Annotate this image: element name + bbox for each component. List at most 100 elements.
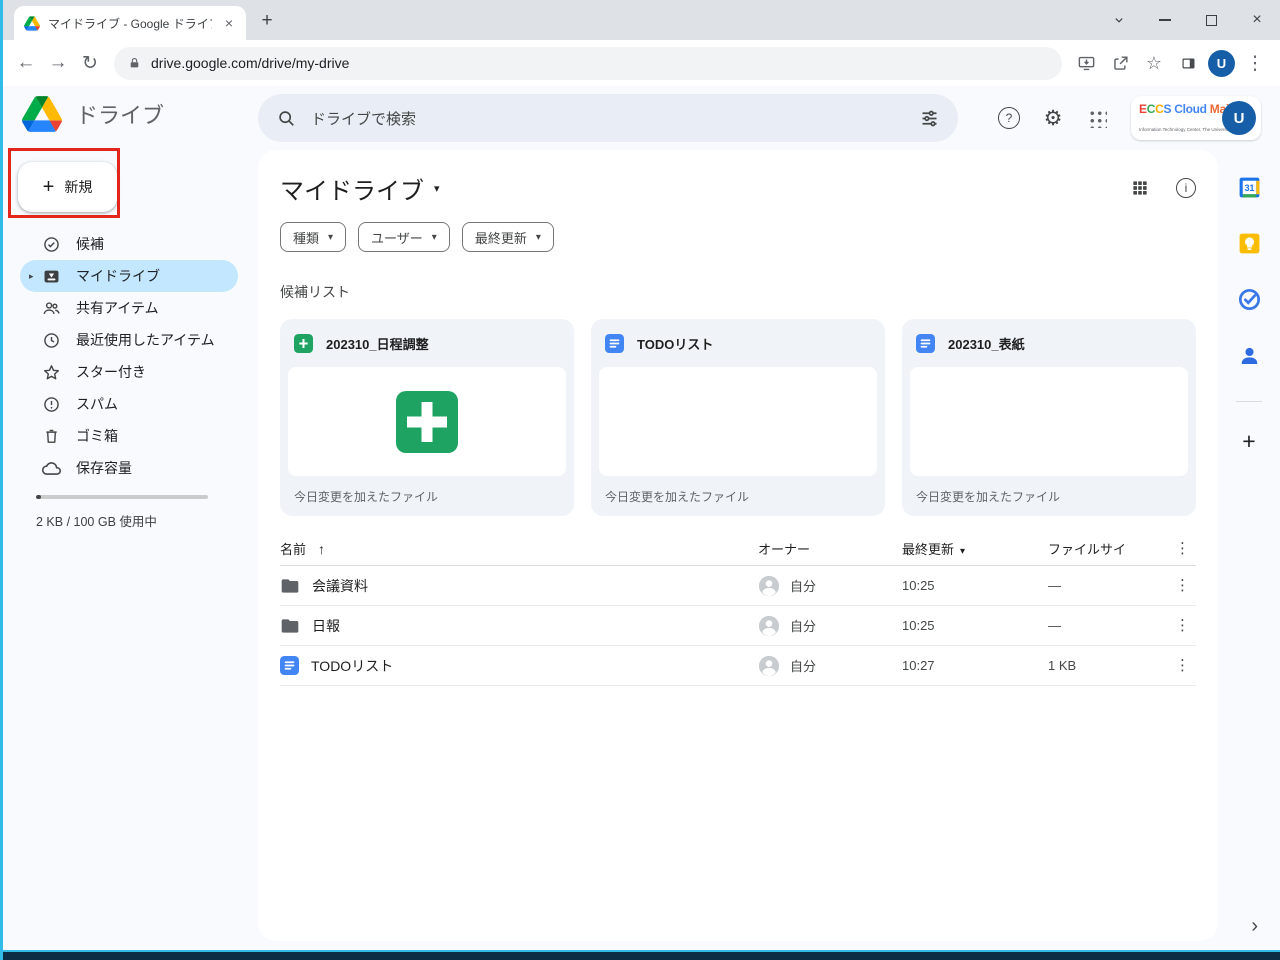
new-tab-button[interactable]: + (252, 6, 282, 36)
header-kebab-icon[interactable]: ⋮ (1175, 541, 1190, 556)
folder-icon (280, 576, 300, 596)
help-icon[interactable]: ? (994, 103, 1024, 133)
search-options-icon[interactable] (919, 108, 940, 129)
drive-logo-icon (22, 96, 62, 132)
sidebar-item-my-drive[interactable]: ▸ マイドライブ (20, 260, 238, 292)
page-title: マイドライブ (280, 171, 424, 206)
row-kebab-icon[interactable]: ⋮ (1175, 578, 1190, 593)
apps-grid-icon[interactable] (1082, 103, 1112, 133)
sidebar-nav: 候補 ▸ マイドライブ 共有アイテム 最近使用したアイテム (20, 228, 238, 484)
filter-chip-people[interactable]: ユーザー ▾ (358, 222, 450, 252)
account-avatar[interactable]: U (1222, 101, 1256, 135)
column-name[interactable]: 名前 ↑ (280, 539, 758, 558)
browser-tabstrip: マイドライブ - Google ドライブ × + × (0, 0, 1280, 40)
account-card[interactable]: ECCS Cloud Mail Information Technology C… (1131, 96, 1261, 140)
folder-icon (280, 616, 300, 636)
suggested-card[interactable]: 202310_日程調整 今日変更を加えたファイル (280, 319, 574, 516)
card-footer: 今日変更を加えたファイル (591, 476, 885, 516)
main-panel: マイドライブ ▾ i 種類 ▾ ユーザー (258, 150, 1218, 941)
header-actions: ? ⚙ (994, 86, 1112, 150)
reload-icon[interactable]: ↻ (74, 47, 106, 79)
gear-icon[interactable]: ⚙ (1038, 103, 1068, 133)
browser-tab[interactable]: マイドライブ - Google ドライブ × (14, 6, 246, 40)
search-icon (276, 108, 297, 129)
card-footer: 今日変更を加えたファイル (280, 476, 574, 516)
sidebar-item-shared[interactable]: 共有アイテム (20, 292, 238, 324)
card-thumbnail (288, 367, 566, 476)
account-brand: ECCS Cloud Mail Information Technology C… (1139, 100, 1217, 136)
sidebar-item-trash[interactable]: ゴミ箱 (20, 420, 238, 452)
column-owner: オーナー (758, 539, 902, 558)
install-icon[interactable] (1072, 47, 1100, 79)
left-edge-strip (0, 0, 3, 960)
row-kebab-icon[interactable]: ⋮ (1175, 618, 1190, 633)
storage-bar-fill (36, 495, 41, 499)
tab-title: マイドライブ - Google ドライブ (48, 15, 212, 32)
grid-view-icon[interactable] (1130, 178, 1150, 198)
table-header: 名前 ↑ オーナー 最終更新▾ ファイルサイ ⋮ (280, 532, 1196, 566)
card-title: 202310_日程調整 (326, 334, 429, 353)
tasks-icon[interactable] (1237, 287, 1262, 312)
svg-text:31: 31 (1244, 183, 1254, 193)
table-row[interactable]: 会議資料 自分 10:25 — ⋮ (280, 566, 1196, 606)
forward-icon[interactable]: → (42, 47, 74, 79)
sort-ascending-icon: ↑ (318, 541, 325, 557)
browser-toolbar: ← → ↻ drive.google.com/drive/my-drive ☆ … (0, 40, 1280, 86)
row-kebab-icon[interactable]: ⋮ (1175, 658, 1190, 673)
owner-avatar (758, 575, 780, 597)
filter-chip-type[interactable]: 種類 ▾ (280, 222, 346, 252)
people-icon (42, 299, 61, 318)
keep-icon[interactable] (1237, 231, 1262, 256)
hide-side-panel-icon[interactable]: › (1251, 915, 1258, 938)
card-thumbnail (910, 367, 1188, 476)
card-title: TODOリスト (637, 334, 713, 353)
chevron-down-icon: ▾ (536, 232, 541, 243)
storage-text: 2 KB / 100 GB 使用中 (36, 511, 157, 530)
info-icon[interactable]: i (1176, 178, 1196, 198)
suggested-card[interactable]: TODOリスト 今日変更を加えたファイル (591, 319, 885, 516)
chevron-down-icon: ▾ (328, 232, 333, 243)
red-annotation-box (8, 148, 120, 218)
tab-search-icon[interactable] (1096, 0, 1142, 40)
search-placeholder: ドライブで検索 (311, 108, 416, 129)
sidebar-item-recent[interactable]: 最近使用したアイテム (20, 324, 238, 356)
share-icon[interactable] (1106, 47, 1134, 79)
search-input[interactable]: ドライブで検索 (258, 94, 958, 142)
title-caret-icon[interactable]: ▾ (434, 182, 440, 195)
bookmark-star-icon[interactable]: ☆ (1140, 47, 1168, 79)
sidebar-item-starred[interactable]: スター付き (20, 356, 238, 388)
sidebar-item-storage[interactable]: 保存容量 (20, 452, 238, 484)
sheets-file-icon (294, 334, 313, 353)
minimize-button[interactable] (1142, 0, 1188, 40)
side-panel-icon[interactable] (1174, 47, 1202, 79)
close-window-button[interactable]: × (1234, 0, 1280, 40)
expand-caret-icon[interactable]: ▸ (29, 271, 34, 282)
sidebar-item-spam[interactable]: スパム (20, 388, 238, 420)
drive-logo[interactable]: ドライブ (22, 96, 164, 132)
storage-bar (36, 495, 208, 499)
suggested-card[interactable]: 202310_表紙 今日変更を加えたファイル (902, 319, 1196, 516)
card-thumbnail (599, 367, 877, 476)
contacts-icon[interactable] (1237, 343, 1262, 368)
docs-file-icon (280, 656, 299, 675)
bottom-edge-strip (0, 950, 1280, 960)
trash-icon (42, 427, 61, 446)
column-modified[interactable]: 最終更新▾ (902, 539, 1048, 558)
docs-file-icon (605, 334, 624, 353)
browser-menu-kebab-icon[interactable]: ⋮ (1241, 47, 1269, 79)
table-row[interactable]: 日報 自分 10:25 — ⋮ (280, 606, 1196, 646)
table-row[interactable]: TODOリスト 自分 10:27 1 KB ⋮ (280, 646, 1196, 686)
side-panel-rail: 31 + (1218, 150, 1280, 950)
card-title: 202310_表紙 (948, 334, 1025, 353)
address-bar[interactable]: drive.google.com/drive/my-drive (114, 47, 1062, 80)
spam-icon (42, 395, 61, 414)
filter-chip-modified[interactable]: 最終更新 ▾ (462, 222, 554, 252)
calendar-icon[interactable]: 31 (1237, 175, 1262, 200)
sidebar-item-suggested[interactable]: 候補 (20, 228, 238, 260)
suggested-heading: 候補リスト (280, 282, 1196, 302)
browser-profile-avatar[interactable]: U (1208, 50, 1235, 77)
tab-close-icon[interactable]: × (220, 14, 238, 32)
maximize-button[interactable] (1188, 0, 1234, 40)
back-icon[interactable]: ← (10, 47, 42, 79)
get-addons-plus-icon[interactable]: + (1242, 428, 1255, 455)
